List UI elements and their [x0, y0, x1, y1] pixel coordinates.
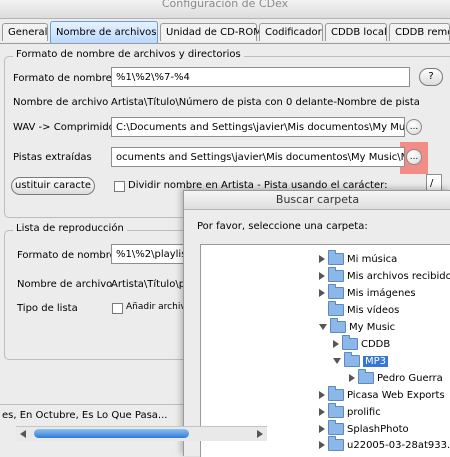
expand-arrow-icon[interactable] [319, 425, 325, 433]
dialog-prompt: Por favor, seleccione una carpeta: [197, 221, 368, 232]
tree-item-mis-imagenes[interactable]: Mis imágenes [319, 284, 416, 302]
status-bar: es, En Octubre, Es Lo Que Pasa... [0, 404, 183, 427]
tree-item-picasa-web-exports[interactable]: Picasa Web Exports [319, 386, 445, 404]
folder-icon [328, 267, 344, 282]
split-checkbox[interactable] [114, 181, 125, 192]
tab-general[interactable]: General [2, 23, 48, 41]
dialog-title: Buscar carpeta [184, 191, 450, 210]
window-titlebar: Configuración de CDex [0, 0, 450, 19]
tab-cddb-remota[interactable]: CDDB remot [389, 23, 450, 41]
tree-item-mp3[interactable]: MP3 [333, 352, 389, 370]
filename-label: Nombre de archivo [13, 97, 109, 108]
tab-bar: General Nombre de archivos Unidad de CD-… [0, 21, 450, 43]
folder-icon [328, 386, 344, 401]
folder-icon [330, 318, 346, 333]
tree-item-mis-archivos-recibidos[interactable]: Mis archivos recibidos [319, 267, 450, 285]
folder-icon [328, 403, 344, 418]
browse-folder-dialog: Buscar carpeta Por favor, seleccione una… [183, 190, 450, 457]
expand-arrow-icon[interactable] [319, 408, 325, 416]
collapse-arrow-icon[interactable] [333, 358, 341, 364]
expand-arrow-icon[interactable] [349, 374, 355, 382]
add-file-checkbox[interactable] [112, 303, 123, 314]
wav-path-input[interactable]: C:\Documents and Settings\javier\Mis doc… [111, 117, 405, 137]
scroll-right-arrow-icon[interactable] [257, 430, 263, 438]
tab-nombre-de-archivos[interactable]: Nombre de archivos [50, 21, 158, 43]
playlist-filename-label: Nombre de archivo [17, 279, 113, 290]
folder-icon [328, 420, 344, 435]
folder-icon [328, 284, 344, 299]
wav-label: WAV -> Comprimido [13, 122, 115, 133]
tree-item-mis-videos[interactable]: Mis vídeos [328, 301, 399, 319]
folder-icon [328, 436, 344, 451]
playlist-format-label: Formato de nombre [17, 250, 116, 261]
add-file-label: Añadir archivo [126, 302, 183, 312]
format-input[interactable]: %1\%2\%7-%4 [111, 67, 410, 87]
extracted-browse-button[interactable]: ... [406, 149, 422, 165]
expand-arrow-icon[interactable] [319, 441, 325, 449]
expand-arrow-icon[interactable] [319, 255, 325, 263]
tree-item-prolific[interactable]: prolific [319, 403, 381, 421]
playlist-filename-preview: Artista\Título\playlist [111, 279, 183, 290]
playlist-format-input[interactable]: %1\%2\playlist [111, 244, 191, 264]
window-title: Configuración de CDex [161, 0, 289, 10]
folder-icon [328, 301, 344, 316]
folder-open-icon [344, 352, 360, 367]
status-text: es, En Octubre, Es Lo Que Pasa... [2, 410, 168, 421]
tab-cddb-local[interactable]: CDDB local [325, 23, 387, 41]
expand-arrow-icon[interactable] [333, 340, 339, 348]
expand-arrow-icon[interactable] [319, 391, 325, 399]
tree-item-mi-musica[interactable]: Mi música [319, 250, 397, 268]
tree-item-my-music[interactable]: My Music [319, 318, 395, 336]
tree-item-cddb[interactable]: CDDB [333, 335, 390, 353]
filename-format-group-title: Formato de nombre de archivos y director… [13, 49, 244, 60]
extracted-path-input[interactable]: ocuments and Settings\javier\Mis documen… [111, 147, 405, 167]
format-label: Formato de nombre [13, 73, 112, 84]
tree-item-flac-file[interactable]: u22005-03-28at933.flac [319, 436, 450, 454]
tab-unidad-cdrom[interactable]: Unidad de CD-ROM [160, 23, 262, 41]
extracted-label: Pistas extraídas [13, 152, 92, 163]
scrollbar-thumb[interactable] [34, 429, 189, 438]
tab-codificador[interactable]: Codificador [259, 23, 323, 41]
playlist-group-title: Lista de reproducción [13, 223, 127, 234]
expand-arrow-icon[interactable] [319, 289, 325, 297]
folder-icon [342, 335, 358, 350]
expand-arrow-icon[interactable] [319, 272, 325, 280]
filename-preview: Artista\Título\Número de pista con 0 del… [111, 97, 420, 108]
playlist-type-label: Tipo de lista [17, 303, 78, 314]
folder-icon [328, 250, 344, 265]
format-help-button[interactable]: ? [419, 68, 443, 86]
tree-item-pedro-guerra[interactable]: Pedro Guerra [349, 369, 443, 387]
tree-horizontal-scrollbar[interactable] [16, 426, 267, 441]
collapse-arrow-icon[interactable] [319, 324, 327, 330]
wav-browse-button[interactable]: ... [406, 119, 422, 135]
folder-icon [358, 369, 374, 384]
replace-chars-button[interactable]: ustituir caracte [11, 177, 95, 195]
scroll-left-arrow-icon[interactable] [20, 430, 26, 438]
